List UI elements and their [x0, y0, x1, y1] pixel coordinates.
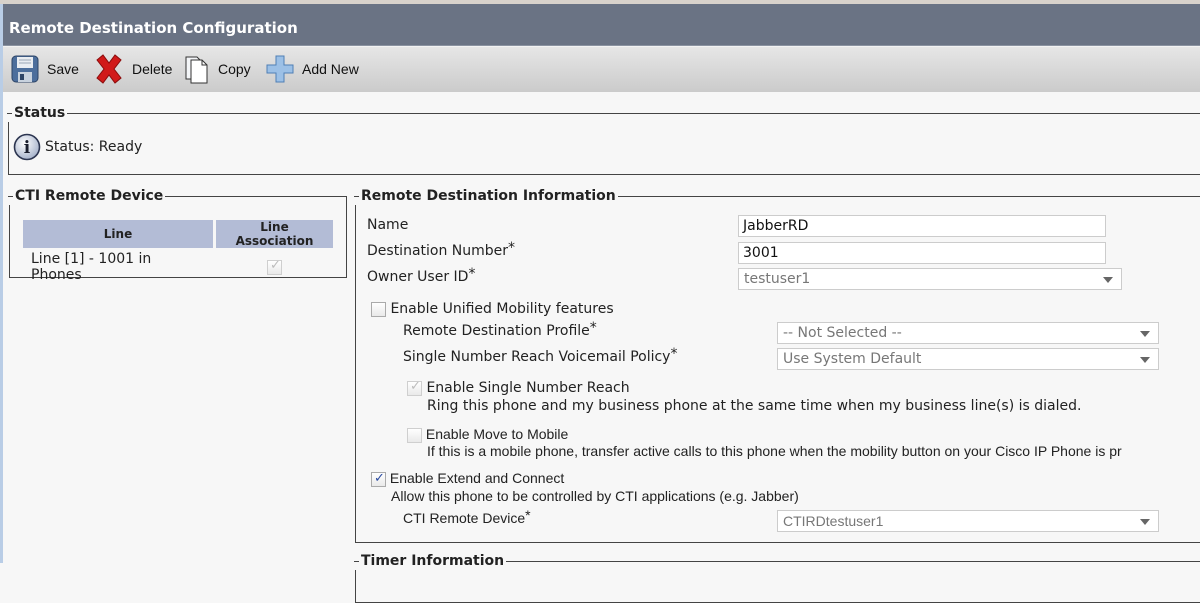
save-icon: [11, 55, 39, 83]
enable-move-to-mobile-label: Enable Move to Mobile: [425, 426, 569, 442]
remote-destination-info-section: Remote Destination Information Name Jabb…: [354, 187, 1200, 543]
owner-user-id-value: testuser1: [744, 271, 811, 287]
table-row: Line [1] - 1001 in Phones: [23, 251, 333, 283]
copy-button[interactable]: Copy: [184, 53, 251, 85]
add-new-button[interactable]: Add New: [266, 53, 359, 85]
remote-destination-info-legend: Remote Destination Information: [354, 187, 618, 205]
enable-extend-connect-checkbox[interactable]: [371, 470, 386, 487]
status-legend: Status: [7, 104, 68, 122]
delete-x-icon: [96, 54, 122, 84]
timer-information-section: Timer Information: [354, 552, 1200, 603]
delete-button[interactable]: Delete: [94, 53, 172, 85]
page-title: Remote Destination Configuration: [9, 19, 298, 37]
required-mark: *: [525, 507, 531, 523]
chevron-down-icon: [1140, 331, 1150, 337]
remote-destination-profile-select[interactable]: -- Not Selected --: [777, 322, 1159, 344]
cti-remote-device-select[interactable]: CTIRDtestuser1: [777, 510, 1159, 532]
chevron-down-icon: [1103, 277, 1113, 283]
enable-snr-checkbox[interactable]: [407, 379, 422, 396]
remote-destination-profile-value: -- Not Selected --: [783, 325, 902, 341]
save-label: Save: [47, 61, 79, 77]
destination-number-label: Destination Number: [367, 243, 509, 259]
enable-extend-connect-label: Enable Extend and Connect: [389, 470, 565, 486]
remote-destination-profile-label: Remote Destination Profile: [403, 323, 590, 339]
save-button[interactable]: Save: [11, 53, 79, 85]
snr-voicemail-policy-select[interactable]: Use System Default: [777, 348, 1159, 370]
toolbar: Save Delete Copy Add New: [0, 46, 1200, 92]
info-icon: i: [13, 133, 41, 161]
line-association-checkbox[interactable]: [267, 258, 282, 275]
column-header-line-association: Line Association: [216, 220, 333, 248]
chevron-down-icon: [1140, 519, 1150, 525]
line-association-table: Line Line Association Line [1] - 1001 in…: [20, 217, 336, 286]
cti-remote-device-section: CTI Remote Device Line Line Association …: [8, 187, 347, 283]
chevron-down-icon: [1140, 357, 1150, 363]
required-mark: *: [670, 346, 678, 362]
copy-label: Copy: [218, 61, 251, 77]
required-mark: *: [468, 266, 476, 282]
snr-voicemail-policy-label: Single Number Reach Voicemail Policy: [403, 349, 671, 365]
destination-number-input[interactable]: 3001: [738, 242, 1106, 264]
enable-snr-label: Enable Single Number Reach: [426, 380, 630, 396]
timer-information-legend: Timer Information: [354, 552, 507, 570]
status-section: Status i Status: Ready: [7, 104, 1200, 175]
column-header-line: Line: [23, 220, 213, 248]
status-text: Status: Ready: [45, 139, 143, 155]
svg-text:i: i: [24, 138, 31, 158]
enable-unified-mobility-label: Enable Unified Mobility features: [390, 301, 614, 317]
cti-remote-device-legend: CTI Remote Device: [8, 187, 166, 205]
required-mark: *: [508, 240, 516, 256]
name-input[interactable]: JabberRD: [738, 215, 1106, 237]
add-new-label: Add New: [302, 61, 359, 77]
delete-label: Delete: [132, 61, 173, 77]
owner-user-id-select[interactable]: testuser1: [738, 268, 1122, 290]
enable-move-to-mobile-description: If this is a mobile phone, transfer acti…: [427, 443, 1122, 459]
enable-unified-mobility-checkbox[interactable]: [371, 301, 386, 317]
enable-extend-connect-description: Allow this phone to be controlled by CTI…: [391, 488, 799, 504]
enable-snr-description: Ring this phone and my business phone at…: [427, 398, 1082, 414]
cti-remote-device-value: CTIRDtestuser1: [783, 513, 884, 529]
snr-voicemail-policy-value: Use System Default: [783, 351, 922, 367]
enable-move-to-mobile-checkbox[interactable]: [407, 427, 422, 443]
line-cell: Line [1] - 1001 in Phones: [31, 251, 152, 283]
cti-remote-device-label: CTI Remote Device: [403, 510, 526, 526]
name-label: Name: [367, 217, 409, 233]
plus-icon: [266, 55, 294, 83]
page-title-bar: Remote Destination Configuration: [0, 4, 1200, 46]
owner-user-id-label: Owner User ID: [367, 269, 469, 285]
left-frame-edge: [0, 4, 3, 563]
copy-icon: [185, 56, 208, 84]
required-mark: *: [589, 320, 597, 336]
